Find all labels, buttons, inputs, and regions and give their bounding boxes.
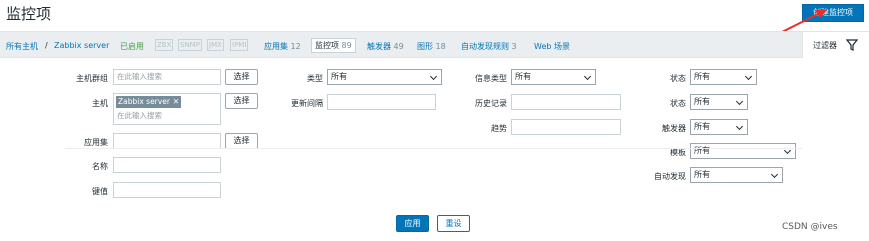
filter-panel: 主机群组 在此输入搜索 选择 主机 Zabbix server ✕ 在此输入搜索 … <box>0 58 869 241</box>
tab-web-scenarios[interactable]: Web 场景 <box>534 41 570 52</box>
application-select-button[interactable]: 选择 <box>225 133 258 149</box>
filter-divider <box>65 148 802 149</box>
info-type-select[interactable]: 所有 <box>511 69 596 85</box>
tab-items[interactable]: 监控项 89 <box>311 38 356 53</box>
application-input[interactable] <box>113 133 221 149</box>
tab-discovery-rules[interactable]: 自动发现规则 3 <box>461 41 517 52</box>
reset-button[interactable]: 重设 <box>437 215 470 232</box>
state-select[interactable]: 所有 <box>690 69 757 85</box>
host-input-placeholder: 在此输入搜索 <box>117 111 162 120</box>
info-type-label: 信息类型 <box>475 74 507 83</box>
filter-tab-label: 过滤器 <box>813 41 837 50</box>
zbx-badge: ZBX <box>155 39 174 51</box>
ipmi-badge: IPMI <box>230 39 249 51</box>
cutoff-text: ... <box>0 236 7 241</box>
host-group-label: 主机群组 <box>76 74 108 83</box>
filter-tab[interactable]: 过滤器 <box>802 32 869 58</box>
application-label: 应用集 <box>84 138 108 147</box>
template-select[interactable]: 所有 <box>690 143 796 159</box>
trends-label: 趋势 <box>491 124 507 133</box>
history-input[interactable] <box>511 94 621 110</box>
key-label: 键值 <box>92 187 108 196</box>
remove-chip-icon[interactable]: ✕ <box>173 97 179 106</box>
type-select[interactable]: 所有 <box>327 69 442 85</box>
status-label: 状态 <box>670 99 686 108</box>
status-select[interactable]: 所有 <box>690 94 748 110</box>
trends-input[interactable] <box>511 119 621 135</box>
watermark: CSDN @ives <box>782 222 838 232</box>
host-label: 主机 <box>92 99 108 108</box>
nav-status-enabled[interactable]: 已启用 <box>120 41 144 52</box>
tab-triggers[interactable]: 触发器 49 <box>367 41 404 52</box>
triggers-label: 触发器 <box>662 124 686 133</box>
tab-graphs[interactable]: 图形 18 <box>417 41 446 52</box>
discovery-label: 自动发现 <box>654 172 686 181</box>
host-chip[interactable]: Zabbix server ✕ <box>116 96 182 108</box>
key-input[interactable] <box>113 182 221 198</box>
name-label: 名称 <box>92 162 108 171</box>
triggers-select[interactable]: 所有 <box>690 119 748 135</box>
tab-applications[interactable]: 应用集 12 <box>264 41 301 52</box>
type-label: 类型 <box>307 74 323 83</box>
host-group-input[interactable]: 在此输入搜索 <box>113 69 221 85</box>
host-multiselect[interactable]: Zabbix server ✕ 在此输入搜索 <box>113 93 221 125</box>
filter-icon <box>846 39 858 51</box>
nav-all-hosts[interactable]: 所有主机 <box>6 41 38 52</box>
host-select-button[interactable]: 选择 <box>225 93 258 109</box>
apply-button[interactable]: 应用 <box>396 215 429 232</box>
update-interval-input[interactable] <box>327 94 436 110</box>
snmp-badge: SNMP <box>178 39 202 51</box>
nav-host-link[interactable]: Zabbix server <box>54 41 109 50</box>
state-label: 状态 <box>670 74 686 83</box>
update-interval-label: 更新间隔 <box>291 99 323 108</box>
jmx-badge: JMX <box>207 39 224 51</box>
history-label: 历史记录 <box>475 99 507 108</box>
host-group-select-button[interactable]: 选择 <box>225 69 258 85</box>
name-input[interactable] <box>113 157 221 173</box>
host-nav-bar: 所有主机 / Zabbix server 已启用 ZBX SNMP JMX IP… <box>0 31 869 58</box>
nav-separator: / <box>45 41 48 50</box>
discovery-select[interactable]: 所有 <box>690 167 783 183</box>
